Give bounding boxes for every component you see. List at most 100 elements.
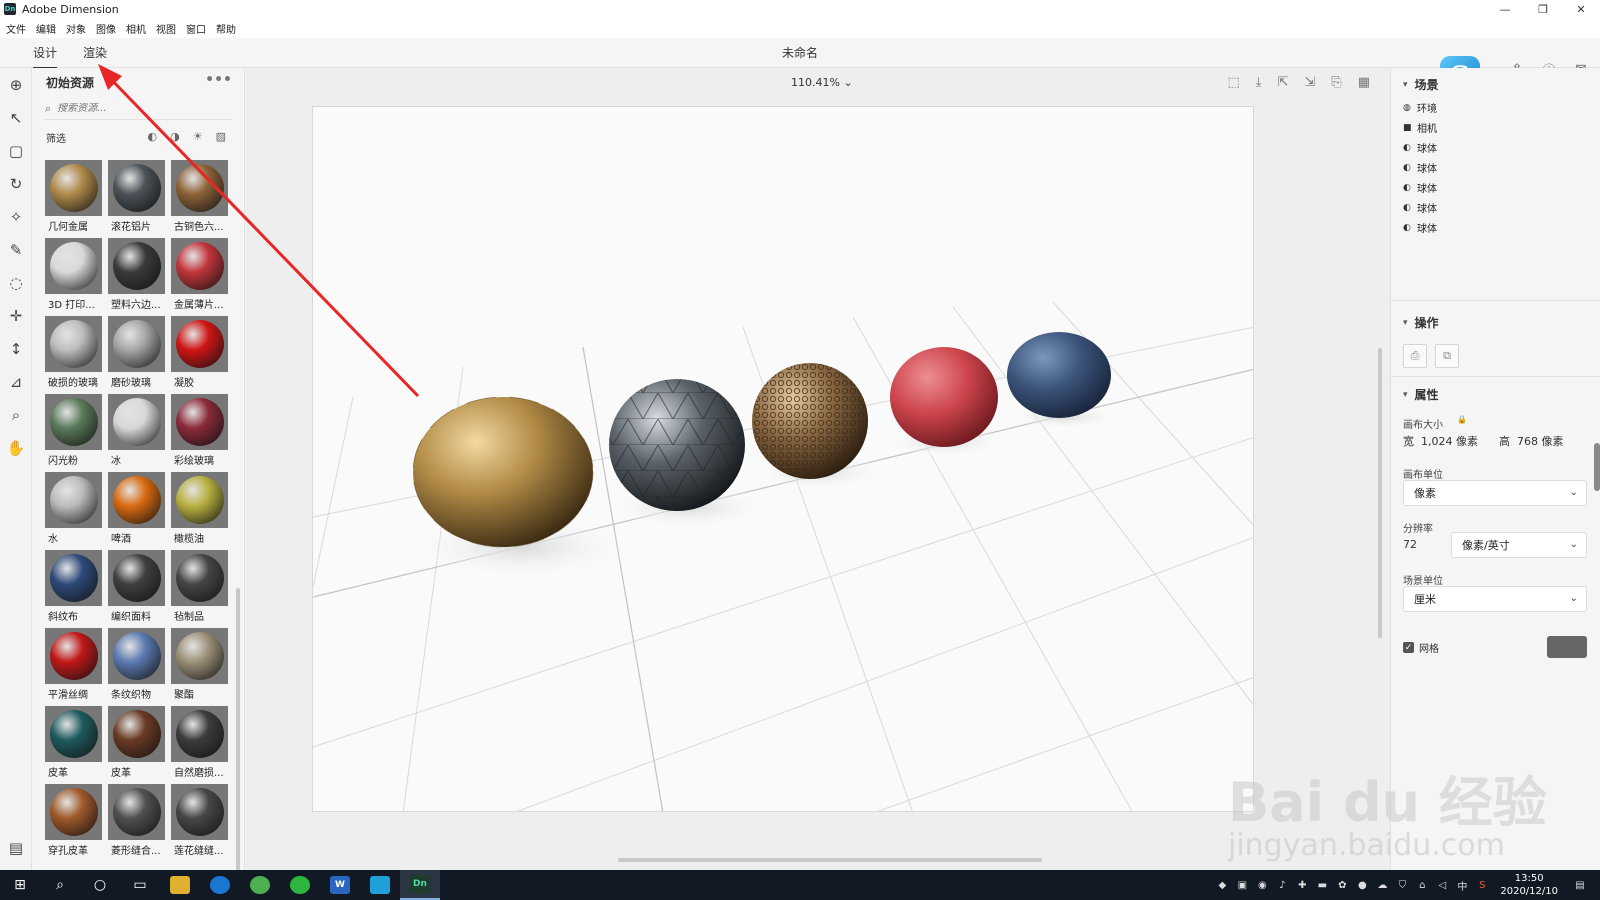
asset-tile[interactable]: 条纹织物 — [108, 628, 165, 702]
add-icon[interactable]: ⊕ — [0, 68, 32, 101]
render-preview-icon[interactable]: ▦ — [1358, 75, 1370, 90]
filter-image-icon[interactable]: ▨ — [216, 130, 226, 143]
properties-scrollbar[interactable] — [1594, 443, 1600, 491]
clock[interactable]: 13:50 2020/12/10 — [1500, 872, 1558, 898]
chrome-icon[interactable] — [240, 870, 280, 900]
scene-item[interactable]: ◐ 球体 — [1403, 200, 1437, 216]
menu-file[interactable]: 文件 — [6, 21, 26, 36]
asset-tile[interactable]: 冰 — [108, 394, 165, 468]
export-selected-icon[interactable]: ⎙ — [1403, 344, 1427, 368]
menu-help[interactable]: 帮助 — [216, 21, 236, 36]
asset-tile[interactable]: 皮革 — [45, 706, 102, 780]
wechat-icon[interactable] — [280, 870, 320, 900]
frame-tool-icon[interactable]: ▢ — [0, 134, 32, 167]
asset-tile[interactable]: 平滑丝绸 — [45, 628, 102, 702]
restore-button[interactable]: ❐ — [1524, 0, 1562, 18]
viewport-vertical-scrollbar[interactable] — [1378, 348, 1382, 638]
file-explorer-icon[interactable] — [160, 870, 200, 900]
asset-tile[interactable]: 斜纹布 — [45, 550, 102, 624]
shield-icon[interactable]: ⛉ — [1392, 880, 1412, 891]
width-value[interactable]: 1,024 像素 — [1421, 433, 1478, 449]
asset-tile[interactable]: 穿孔皮革 — [45, 784, 102, 858]
wechat-tray-icon[interactable]: ☁ — [1372, 880, 1392, 891]
asset-tile[interactable]: 磨砂玻璃 — [108, 316, 165, 390]
asset-tile[interactable]: 破损的玻璃 — [45, 316, 102, 390]
horizon-tool-icon[interactable]: ⊿ — [0, 365, 32, 398]
menu-window[interactable]: 窗口 — [186, 21, 206, 36]
sogou-icon[interactable]: S — [1472, 880, 1492, 891]
sphere-metal-flake[interactable] — [890, 347, 998, 447]
lock-icon[interactable]: 🔒 — [1457, 415, 1467, 424]
scene-section-header[interactable]: ▾ 场景 — [1403, 76, 1439, 93]
group-icon[interactable]: ⧉ — [1435, 344, 1459, 368]
asset-tile[interactable]: 毡制品 — [171, 550, 228, 624]
asset-tile[interactable]: 自然磨损... — [171, 706, 228, 780]
sphere-denim[interactable] — [1007, 332, 1111, 418]
scene-item[interactable]: ■ 相机 — [1403, 120, 1437, 136]
library-icon[interactable]: ▤ — [0, 831, 32, 864]
menu-object[interactable]: 对象 — [66, 21, 86, 36]
resolution-unit-dropdown[interactable]: 像素/英寸 ⌄ — [1451, 532, 1587, 558]
sphere-geometric-metal[interactable] — [413, 397, 593, 547]
asset-tile[interactable]: 皮革 — [108, 706, 165, 780]
notes-icon[interactable] — [360, 870, 400, 900]
tab-render[interactable]: 渲染 — [83, 44, 107, 67]
search-icon[interactable]: ⌕ — [40, 870, 80, 900]
hand-tool-icon[interactable]: ✋ — [0, 431, 32, 464]
grid-color-swatch[interactable] — [1547, 636, 1587, 658]
filter-model-icon[interactable]: ◐ — [148, 130, 158, 143]
asset-tile[interactable]: 3D 打印... — [45, 238, 102, 312]
select-tool-icon[interactable]: ↖ — [0, 101, 32, 134]
tray-app-icon[interactable]: ◆ — [1212, 880, 1232, 891]
align-icon[interactable]: ⇱ — [1277, 75, 1288, 90]
asset-tile[interactable]: 凝胶 — [171, 316, 228, 390]
asset-search-input[interactable] — [57, 103, 208, 114]
canvas-unit-dropdown[interactable]: 像素 ⌄ — [1403, 480, 1587, 506]
resolution-value[interactable]: 72 — [1403, 538, 1417, 551]
asset-tile[interactable]: 啤酒 — [108, 472, 165, 546]
asset-tile[interactable]: 闪光粉 — [45, 394, 102, 468]
asset-tile[interactable]: 古铜色六... — [171, 160, 228, 234]
menu-edit[interactable]: 编辑 — [36, 21, 56, 36]
camera-bookmark-icon[interactable]: ⎘ — [1331, 75, 1341, 90]
scene-item[interactable]: ◐ 球体 — [1403, 160, 1437, 176]
tray-app-icon[interactable]: ● — [1352, 880, 1372, 891]
zoom-tool-icon[interactable]: ⌕ — [0, 398, 32, 431]
pan-tool-icon[interactable]: ✛ — [0, 299, 32, 332]
asset-tile[interactable]: 菱形缝合... — [108, 784, 165, 858]
scene-item[interactable]: ◐ 球体 — [1403, 180, 1437, 196]
orbit-tool-icon[interactable]: ◌ — [0, 266, 32, 299]
asset-tile[interactable]: 编织面料 — [108, 550, 165, 624]
asset-tile[interactable]: 水 — [45, 472, 102, 546]
asset-tile[interactable]: 滚花铝片 — [108, 160, 165, 234]
magic-wand-icon[interactable]: ✧ — [0, 200, 32, 233]
fit-view-icon[interactable]: ⬚ — [1227, 75, 1239, 90]
tray-app-icon[interactable]: ◉ — [1252, 880, 1272, 891]
grid-checkbox[interactable]: ✓ — [1403, 642, 1414, 653]
dimension-taskbar-icon[interactable]: Dn — [400, 870, 440, 900]
microphone-icon[interactable]: ♪ — [1272, 880, 1292, 891]
menu-image[interactable]: 图像 — [96, 21, 116, 36]
height-value[interactable]: 768 像素 — [1517, 433, 1564, 449]
network-icon[interactable]: ⌂ — [1412, 880, 1432, 891]
filter-light-icon[interactable]: ☀ — [193, 130, 203, 143]
asset-tile[interactable]: 橄榄油 — [171, 472, 228, 546]
asset-tile[interactable]: 塑料六边... — [108, 238, 165, 312]
assets-scrollbar[interactable] — [236, 588, 240, 888]
rotate-tool-icon[interactable]: ↻ — [0, 167, 32, 200]
center-icon[interactable]: ⇲ — [1304, 75, 1315, 90]
asset-tile[interactable]: 莲花缝缝... — [171, 784, 228, 858]
tray-app-icon[interactable]: ▣ — [1232, 880, 1252, 891]
minimize-button[interactable]: — — [1486, 0, 1524, 18]
notification-icon[interactable]: ▤ — [1570, 880, 1590, 891]
word-icon[interactable]: W — [320, 870, 360, 900]
zoom-level[interactable]: 110.41% ⌄ — [791, 76, 853, 89]
operations-section-header[interactable]: ▾ 操作 — [1403, 314, 1439, 331]
scene-item[interactable]: ◐ 球体 — [1403, 140, 1437, 156]
cortana-icon[interactable]: ○ — [80, 870, 120, 900]
windows-start-icon[interactable]: ⊞ — [0, 870, 40, 900]
sample-tool-icon[interactable]: ✎ — [0, 233, 32, 266]
volume-icon[interactable]: ◁ — [1432, 880, 1452, 891]
tab-design[interactable]: 设计 — [33, 44, 58, 69]
menu-view[interactable]: 视图 — [156, 21, 176, 36]
